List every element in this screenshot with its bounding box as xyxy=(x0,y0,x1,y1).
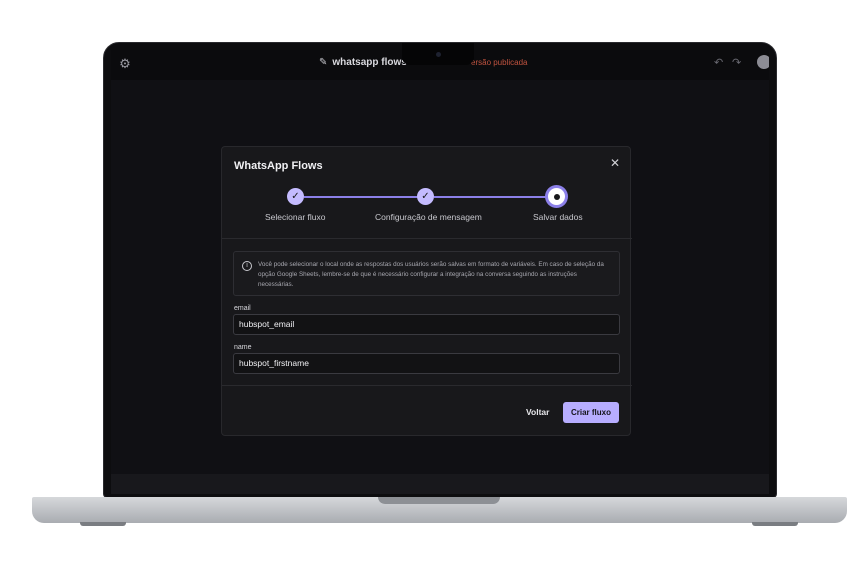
name-field[interactable]: hubspot_firstname xyxy=(233,353,620,374)
version-status: ersão publicada xyxy=(471,58,528,67)
laptop-foot xyxy=(80,522,126,526)
flow-name: whatsapp flows xyxy=(332,57,407,68)
stepper-connector xyxy=(434,196,551,198)
email-field[interactable]: hubspot_email xyxy=(233,314,620,335)
gear-icon[interactable]: ⚙ xyxy=(117,56,133,72)
step-label-1: Selecionar fluxo xyxy=(265,212,326,222)
step-3-current-icon xyxy=(548,188,565,205)
avatar[interactable] xyxy=(757,55,769,69)
back-button[interactable]: Voltar xyxy=(526,407,549,417)
whatsapp-flows-modal: WhatsApp Flows ✕ ✓ ✓ Selecionar fluxo Co… xyxy=(221,146,632,436)
laptop-opening-notch xyxy=(378,497,500,504)
step-label-2: Configuração de mensagem xyxy=(375,212,482,222)
divider xyxy=(222,238,632,239)
modal-title: WhatsApp Flows xyxy=(234,160,323,172)
divider xyxy=(222,385,632,386)
undo-icon[interactable]: ↶ xyxy=(714,56,723,69)
pencil-icon: ✎ xyxy=(319,57,328,68)
laptop-chin xyxy=(111,474,769,494)
camera-icon xyxy=(436,52,441,57)
info-text: Você pode selecionar o local onde as res… xyxy=(258,261,604,288)
step-2-check-icon: ✓ xyxy=(417,188,434,205)
step-1-check-icon: ✓ xyxy=(287,188,304,205)
info-box: i Você pode selecionar o local onde as r… xyxy=(233,251,620,296)
step-label-3: Salvar dados xyxy=(533,212,583,222)
laptop-mockup: ⚙ ✎ whatsapp flows ersão publicada ↶ ↷ W… xyxy=(0,0,848,581)
create-flow-button[interactable]: Criar fluxo xyxy=(563,402,619,423)
stepper-connector xyxy=(304,196,421,198)
redo-icon[interactable]: ↷ xyxy=(732,56,741,69)
flow-title[interactable]: ✎ whatsapp flows xyxy=(319,57,407,68)
stepper: ✓ ✓ Selecionar fluxo Configuração de men… xyxy=(222,187,632,231)
name-field-label: name xyxy=(234,344,252,351)
info-icon: i xyxy=(242,261,252,271)
laptop-foot xyxy=(752,522,798,526)
close-icon[interactable]: ✕ xyxy=(610,157,620,169)
email-field-label: email xyxy=(234,305,251,312)
